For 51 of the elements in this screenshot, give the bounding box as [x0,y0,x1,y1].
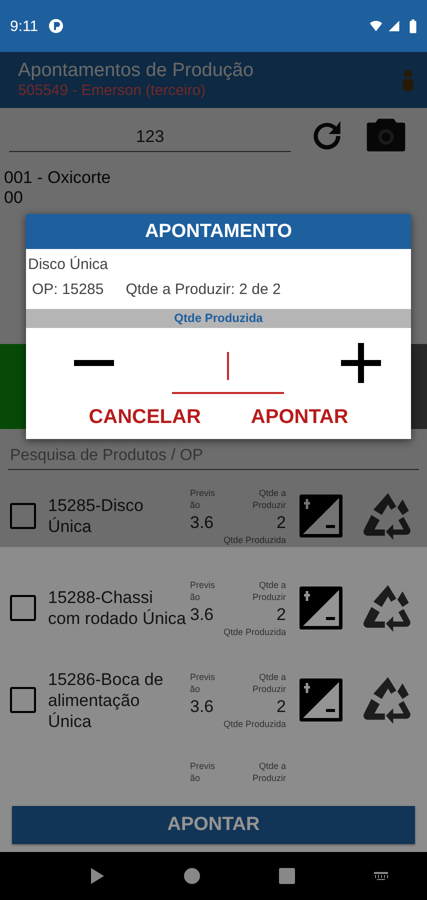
operation-text: 00 [4,188,24,208]
forecast-value: 3.6 [190,697,214,717]
plus-minus-icon[interactable] [298,493,344,539]
product-name: 15286-Boca de alimentação Única [48,668,164,732]
search-field[interactable]: Pesquisa de Produtos / OP [8,447,419,470]
forecast-label: Previsão [190,760,216,784]
wifi-icon [369,19,383,33]
quantity-text: Qtde a Produzir: 2 de 2 [126,281,281,300]
product-name: 15285-Disco Única [48,495,144,537]
operation-text: 001 - Oxicorte [4,168,112,188]
produced-label: Qtde Produzida [222,719,286,729]
app-title: Apontamentos de Produção [18,60,255,82]
status-time: 9:11 [10,18,38,34]
section-header: Qtde Produzida [26,309,411,328]
product-name: Disco Única [27,255,110,275]
produced-label: Qtde Produzida [222,535,286,545]
battery-icon [409,18,417,34]
checkbox[interactable] [10,503,36,529]
code-field[interactable]: 123 [9,120,291,152]
product-name: 15288-Chassi com rodado Única [48,587,186,629]
quantity-label: Qtde a Produzir [251,760,286,784]
recents-icon[interactable] [278,867,296,885]
forecast-value: 3.6 [190,605,214,625]
quantity-value: 2 [276,513,286,533]
notification-icon [48,18,64,34]
confirm-button[interactable]: APONTAR [250,402,348,433]
keyboard-icon[interactable] [372,871,389,881]
forecast-label: Previsão [190,487,216,511]
forecast-label: Previsão [190,579,216,603]
cancel-button[interactable]: CANCELAR [88,402,201,433]
forecast-value: 3.6 [190,513,214,533]
forecast-label: Previsão [190,671,216,695]
quantity-field[interactable] [172,352,284,394]
back-icon[interactable] [88,867,106,885]
signal-icon [387,19,401,33]
quantity-label: Qtde a Produzir [251,487,286,511]
dialog-title: APONTAMENTO [26,214,411,249]
produced-label: Qtde Produzida [222,627,286,637]
operator-name: 505549 - Emerson (terceiro) [18,82,207,100]
quantity-value: 2 [276,697,286,717]
quantity-value: 2 [276,605,286,625]
quantity-label: Qtde a Produzir [251,579,286,603]
checkbox[interactable] [10,687,36,713]
plus-icon[interactable] [341,343,381,383]
checkbox[interactable] [10,595,36,621]
home-icon[interactable] [183,867,202,885]
plus-minus-icon[interactable] [298,585,344,631]
order-number: OP: 15285 [32,281,104,300]
plus-minus-icon[interactable] [298,677,344,723]
quantity-label: Qtde a Produzir [251,671,286,695]
submit-button[interactable]: APONTAR [12,806,415,844]
